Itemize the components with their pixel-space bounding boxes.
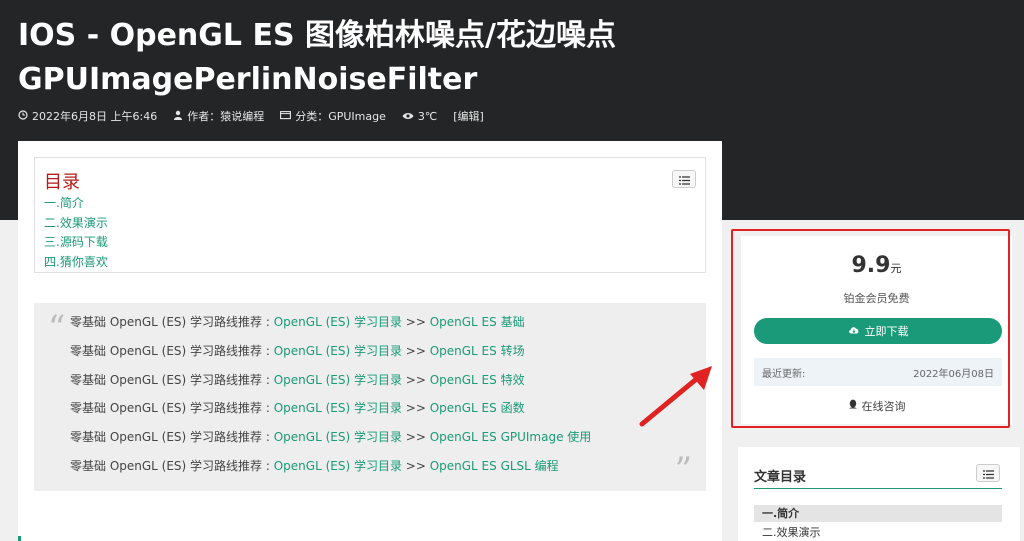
sidebar-toc-item[interactable]: 二.效果演示 (754, 524, 821, 540)
quote-lines: 零基础 OpenGL (ES) 学习路线推荐 : OpenGL (ES) 学习目… (70, 313, 591, 486)
quote-link-topic[interactable]: OpenGL ES 转场 (430, 344, 525, 358)
sidebar-toc-toggle-button[interactable] (976, 464, 1000, 482)
quote-sep: >> (401, 430, 430, 445)
post-date: 2022年6月8日 上午6:46 (18, 108, 157, 124)
toc-item[interactable]: 一.简介 (44, 194, 108, 214)
toc-item[interactable]: 四.猜你喜欢 (44, 253, 108, 273)
content-accent-bar (18, 536, 21, 541)
page-title-line2: GPUImagePerlinNoiseFilter (18, 62, 478, 97)
quote-line: 零基础 OpenGL (ES) 学习路线推荐 : OpenGL (ES) 学习目… (70, 399, 591, 428)
quote-line: 零基础 OpenGL (ES) 学习路线推荐 : OpenGL (ES) 学习目… (70, 428, 591, 457)
quote-prefix: 零基础 OpenGL (ES) 学习路线推荐 : (70, 458, 274, 473)
eye-icon (402, 110, 414, 123)
page-title: IOS - OpenGL ES 图像柏林噪点/花边噪点 GPUImagePerl… (18, 14, 698, 102)
quote-link-topic[interactable]: OpenGL ES 基础 (430, 315, 525, 329)
highlight-box (731, 229, 1010, 428)
list-icon (678, 170, 690, 189)
post-category-text: 分类：GPUImage (295, 110, 386, 123)
post-views: 3℃ (402, 110, 437, 123)
quote-link-topic[interactable]: OpenGL ES GLSL 编程 (430, 459, 559, 473)
toc-item[interactable]: 二.效果演示 (44, 214, 108, 234)
quote-link-topic[interactable]: OpenGL ES 函数 (430, 401, 525, 415)
quote-sep: >> (401, 458, 430, 473)
quote-sep: >> (401, 315, 430, 329)
quote-link-catalog[interactable]: OpenGL (ES) 学习目录 (274, 430, 402, 444)
post-author[interactable]: 作者：猿说编程 (173, 108, 264, 124)
quote-sep: >> (401, 343, 430, 358)
quote-link-topic[interactable]: OpenGL ES GPUImage 使用 (430, 430, 592, 444)
edit-link[interactable]: [编辑] (453, 108, 484, 124)
quote-prefix: 零基础 OpenGL (ES) 学习路线推荐 : (70, 401, 274, 416)
user-icon (173, 110, 183, 123)
post-views-text: 3℃ (417, 109, 438, 123)
sidebar-toc-item-active[interactable]: 一.简介 (754, 505, 1002, 522)
quote-sep: >> (401, 372, 430, 387)
sidebar-article-toc: 文章目录 一.简介 二.效果演示 (738, 447, 1020, 541)
page-title-line1: IOS - OpenGL ES 图像柏林噪点/花边噪点 (18, 18, 616, 53)
clock-icon (18, 109, 28, 123)
folder-icon (280, 110, 292, 123)
toc-title: 目录 (44, 172, 80, 193)
quote-close-icon: ” (674, 450, 692, 490)
quote-sep: >> (401, 401, 430, 416)
recommendation-quote: “ 零基础 OpenGL (ES) 学习路线推荐 : OpenGL (ES) 学… (34, 303, 706, 491)
sidebar-toc-divider (754, 488, 1002, 489)
quote-prefix: 零基础 OpenGL (ES) 学习路线推荐 : (70, 430, 274, 445)
post-date-text: 2022年6月8日 上午6:46 (32, 110, 158, 123)
quote-link-catalog[interactable]: OpenGL (ES) 学习目录 (274, 459, 402, 473)
quote-prefix: 零基础 OpenGL (ES) 学习路线推荐 : (70, 343, 274, 358)
quote-open-icon: “ (48, 308, 66, 348)
quote-line: 零基础 OpenGL (ES) 学习路线推荐 : OpenGL (ES) 学习目… (70, 457, 591, 486)
quote-prefix: 零基础 OpenGL (ES) 学习路线推荐 : (70, 315, 274, 329)
quote-link-topic[interactable]: OpenGL ES 特效 (430, 373, 525, 387)
quote-link-catalog[interactable]: OpenGL (ES) 学习目录 (274, 315, 402, 329)
quote-link-catalog[interactable]: OpenGL (ES) 学习目录 (274, 373, 402, 387)
quote-link-catalog[interactable]: OpenGL (ES) 学习目录 (274, 344, 402, 358)
toc-box: 目录 一.简介 二.效果演示 三.源码下载 四.猜你喜欢 (34, 157, 706, 273)
post-author-text: 作者：猿说编程 (187, 110, 265, 123)
toc-toggle-button[interactable] (672, 170, 696, 188)
post-meta: 2022年6月8日 上午6:46 作者：猿说编程 分类：GPUImage 3℃ … (18, 107, 500, 125)
annotation-arrow (639, 366, 712, 427)
quote-line: 零基础 OpenGL (ES) 学习路线推荐 : OpenGL (ES) 学习目… (70, 342, 591, 371)
quote-prefix: 零基础 OpenGL (ES) 学习路线推荐 : (70, 372, 274, 387)
article-content: 目录 一.简介 二.效果演示 三.源码下载 四.猜你喜欢 “ 零基础 OpenG… (18, 141, 722, 541)
quote-line: 零基础 OpenGL (ES) 学习路线推荐 : OpenGL (ES) 学习目… (70, 313, 591, 342)
toc-item[interactable]: 三.源码下载 (44, 233, 108, 253)
list-icon (982, 464, 994, 483)
toc-list: 一.简介 二.效果演示 三.源码下载 四.猜你喜欢 (44, 194, 108, 272)
post-category[interactable]: 分类：GPUImage (280, 108, 386, 124)
sidebar-toc-title: 文章目录 (754, 470, 807, 485)
quote-link-catalog[interactable]: OpenGL (ES) 学习目录 (274, 401, 402, 415)
quote-line: 零基础 OpenGL (ES) 学习路线推荐 : OpenGL (ES) 学习目… (70, 371, 591, 400)
